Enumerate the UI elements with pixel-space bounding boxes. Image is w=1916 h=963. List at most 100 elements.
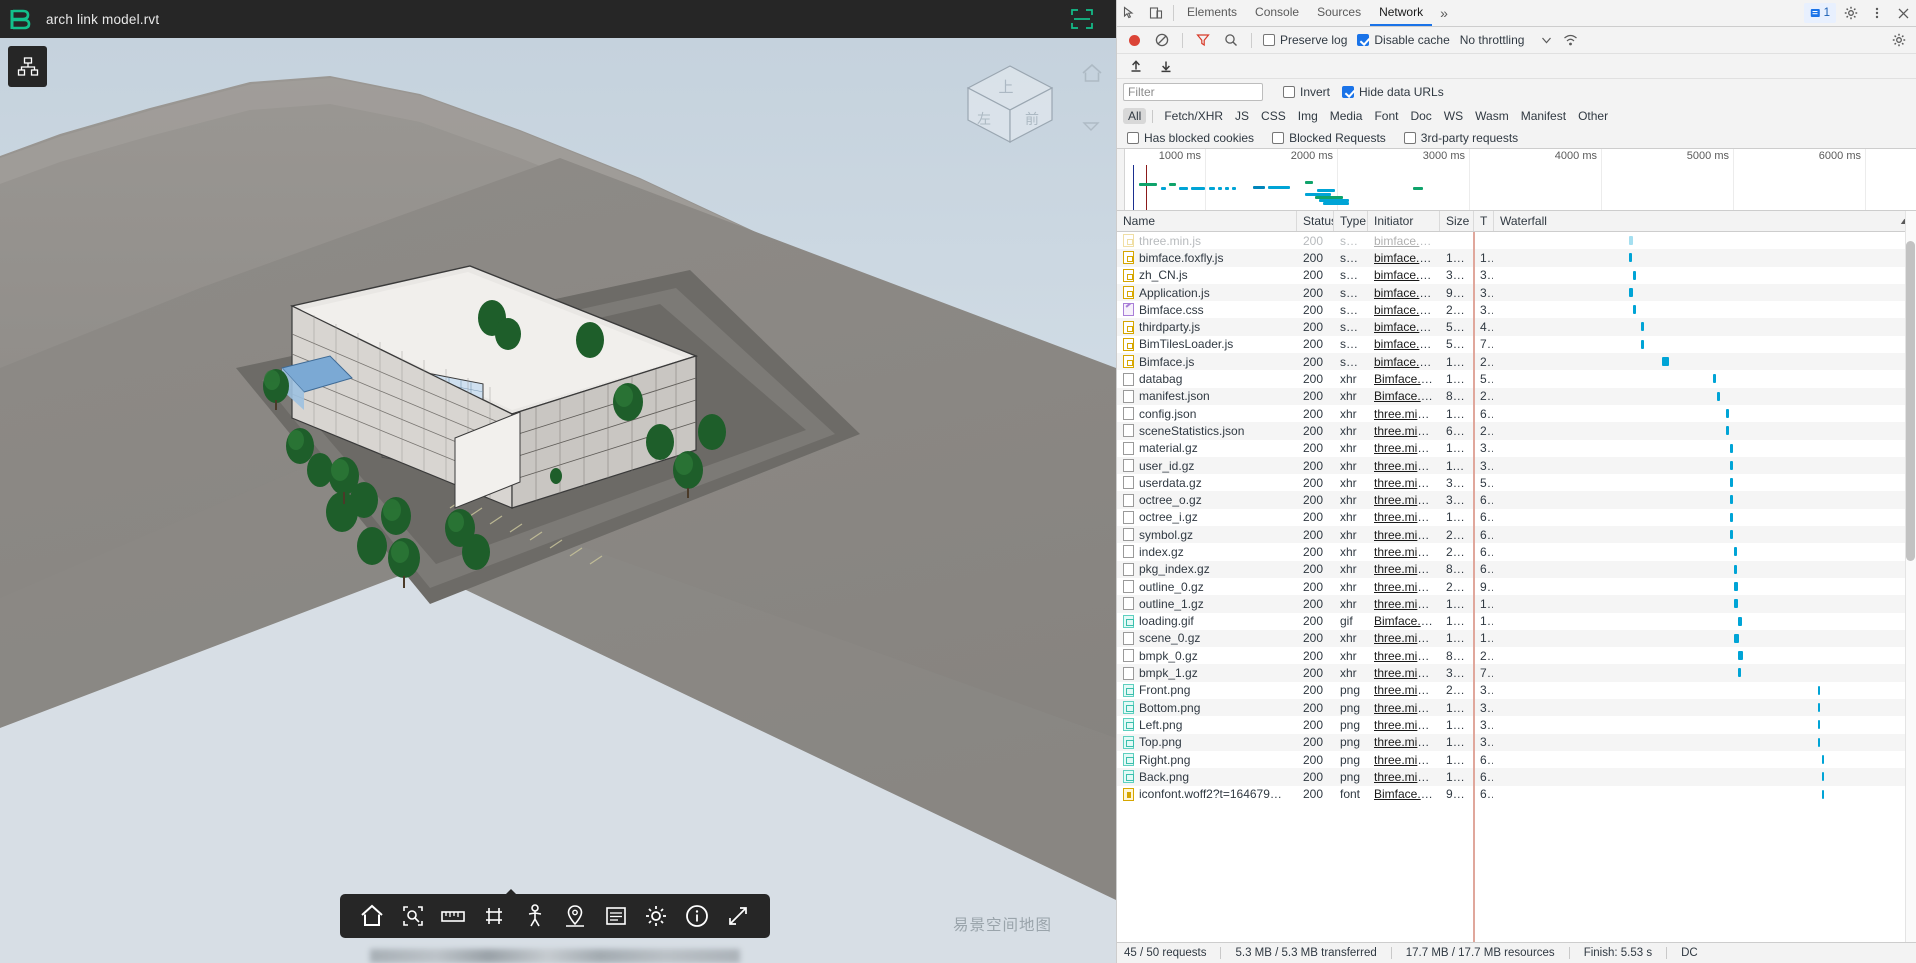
table-row[interactable]: bmpk_1.gz 200 xhr three.min.js:6 343 … 7.. (1117, 664, 1916, 682)
cell-initiator[interactable]: bimface.ind… (1368, 251, 1440, 265)
invert-checkbox[interactable]: Invert (1279, 85, 1334, 99)
cell-initiator[interactable]: three.min.js:6 (1368, 649, 1440, 663)
properties-button[interactable] (601, 901, 631, 931)
table-row[interactable]: octree_o.gz 200 xhr three.min.js:6 345 B 6.. (1117, 491, 1916, 509)
table-row[interactable]: Top.png 200 png three.min.js:6 1.2 kB 3.. (1117, 733, 1916, 751)
table-vertical-scrollbar[interactable] (1905, 211, 1916, 942)
network-settings-button[interactable] (1886, 33, 1912, 47)
initiator-link[interactable]: three.min.js:6 (1374, 562, 1439, 576)
column-header-time[interactable]: T (1474, 211, 1494, 231)
table-row[interactable]: Bimface.css 200 style… bimface.ind… 27.1… 3.. (1117, 301, 1916, 318)
initiator-link[interactable]: three.min.js:6 (1374, 718, 1439, 732)
table-row[interactable]: zh_CN.js 200 script bimface.ind… 3.5 kB 3.. (1117, 267, 1916, 284)
table-row[interactable]: index.gz 200 xhr three.min.js:6 2.8 kB 6.. (1117, 543, 1916, 560)
close-icon[interactable] (1890, 0, 1916, 26)
column-header-waterfall[interactable]: Waterfall (1494, 211, 1916, 231)
table-row[interactable]: thirdparty.js 200 script bimface.ind… 54.5… 4… (1117, 318, 1916, 336)
initiator-link[interactable]: three.min.js:6 (1374, 407, 1439, 421)
initiator-link[interactable]: three.min.js:6 (1374, 545, 1439, 559)
table-row[interactable]: config.json 200 xhr three.min.js:6 1.0 kB 6.. (1117, 405, 1916, 422)
column-header-size[interactable]: Size (1440, 211, 1474, 231)
table-row[interactable]: bimface.foxfly.js 200 script bimface.ind… 1.… (1117, 249, 1916, 267)
column-header-type[interactable]: Type (1334, 211, 1368, 231)
initiator-link[interactable]: three.min.js:6 (1374, 424, 1439, 438)
type-chip-fetch-xhr[interactable]: Fetch/XHR (1159, 108, 1228, 124)
cell-initiator[interactable]: Bimface.css (1368, 614, 1440, 628)
column-header-status[interactable]: Status (1297, 211, 1334, 231)
type-chip-wasm[interactable]: Wasm (1470, 108, 1514, 124)
gear-icon[interactable] (1838, 0, 1864, 26)
cell-initiator[interactable]: Bimface.js:1 (1368, 372, 1440, 386)
type-chip-other[interactable]: Other (1573, 108, 1613, 124)
type-chip-manifest[interactable]: Manifest (1516, 108, 1571, 124)
cell-initiator[interactable]: three.min.js:6 (1368, 562, 1440, 576)
cell-initiator[interactable]: three.min.js:6 (1368, 493, 1440, 507)
initiator-link[interactable]: Bimface.js:1 (1374, 372, 1439, 386)
table-row[interactable]: databag 200 xhr Bimface.js:1 1.3 kB 5.. (1117, 370, 1916, 387)
cell-initiator[interactable]: three.min.js:6 (1368, 683, 1440, 697)
network-conditions-button[interactable] (1557, 33, 1583, 47)
table-row[interactable]: Application.js 200 script bimface.ind… 96.8…… (1117, 283, 1916, 302)
import-har-button[interactable] (1123, 59, 1149, 73)
table-row[interactable]: Bottom.png 200 png three.min.js:6 1.7 kB 3.. (1117, 699, 1916, 717)
cell-initiator[interactable]: three.min.js:6 (1368, 666, 1440, 680)
table-row[interactable]: Right.png 200 png three.min.js:6 1.9 kB 6.. (1117, 751, 1916, 768)
cell-initiator[interactable]: bimface.ind… (1368, 286, 1440, 300)
third-party-requests-checkbox[interactable]: 3rd-party requests (1400, 131, 1522, 145)
cell-initiator[interactable]: three.min.js:6 (1368, 528, 1440, 542)
table-row[interactable]: loading.gif 200 gif Bimface.css 14.3… 1.. (1117, 613, 1916, 630)
table-row[interactable]: user_id.gz 200 xhr three.min.js:6 11.9… 3.. (1117, 456, 1916, 475)
cell-initiator[interactable]: bimface.ind… (1368, 320, 1440, 334)
cell-initiator[interactable]: Bimface.js:1 (1368, 389, 1440, 403)
table-row[interactable]: Left.png 200 png three.min.js:6 1.9 kB 3.. (1117, 716, 1916, 733)
cell-initiator[interactable]: three.min.js:6 (1368, 718, 1440, 732)
filter-input[interactable] (1123, 83, 1263, 101)
home-icon[interactable] (1080, 62, 1104, 84)
table-row[interactable]: outline_0.gz 200 xhr three.min.js:6 221 … 9.. (1117, 578, 1916, 595)
type-chip-media[interactable]: Media (1325, 108, 1368, 124)
zoom-select-button[interactable] (398, 901, 428, 931)
initiator-link[interactable]: Bimface.css (1374, 787, 1439, 801)
cell-initiator[interactable]: three.min.js:6 (1368, 597, 1440, 611)
measure-button[interactable] (438, 901, 468, 931)
initiator-link[interactable]: three.min.js:6 (1374, 666, 1439, 680)
viewer-toolbar[interactable] (340, 894, 770, 938)
info-button[interactable] (682, 901, 712, 931)
cell-initiator[interactable]: three.min.js:6 (1368, 407, 1440, 421)
navigation-cube[interactable]: 上 左 前 (962, 62, 1058, 146)
initiator-link[interactable]: three.min.js:6 (1374, 580, 1439, 594)
app-logo[interactable] (0, 0, 40, 38)
cell-initiator[interactable]: Bimface.css (1368, 787, 1440, 801)
table-row[interactable]: octree_i.gz 200 xhr three.min.js:6 1.0 kB 6.. (1117, 509, 1916, 526)
initiator-link[interactable]: three.min.js:6 (1374, 649, 1439, 663)
location-pin-button[interactable] (560, 901, 590, 931)
initiator-link[interactable]: Bimface.js:1 (1374, 389, 1439, 403)
hide-data-urls-checkbox[interactable]: Hide data URLs (1338, 85, 1448, 99)
cell-initiator[interactable]: bimface.ind… (1368, 234, 1440, 248)
initiator-link[interactable]: three.min.js:6 (1374, 597, 1439, 611)
cell-initiator[interactable]: bimface.ind… (1368, 303, 1440, 317)
table-row[interactable]: pkg_index.gz 200 xhr three.min.js:6 843 B 6.. (1117, 560, 1916, 578)
type-chip-js[interactable]: JS (1230, 108, 1254, 124)
chevron-down-icon[interactable] (1082, 120, 1100, 132)
network-overview-timeline[interactable]: 1000 ms 2000 ms 3000 ms 4000 ms 5000 ms … (1117, 149, 1916, 211)
initiator-link[interactable]: bimface.ind… (1374, 286, 1439, 300)
settings-button[interactable] (641, 901, 671, 931)
table-row[interactable]: scene_0.gz 200 xhr three.min.js:6 105 … 1.. (1117, 629, 1916, 648)
preserve-log-checkbox[interactable]: Preserve log (1259, 33, 1351, 47)
table-row[interactable]: material.gz 200 xhr three.min.js:6 1.3 kB 3.. (1117, 440, 1916, 457)
table-row[interactable]: sceneStatistics.json 200 xhr three.min.js:6… (1117, 422, 1916, 440)
table-row[interactable]: outline_1.gz 200 xhr three.min.js:6 166 … 1.. (1117, 595, 1916, 613)
table-scroll-thumb[interactable] (1906, 241, 1915, 561)
section-box-button[interactable] (479, 901, 509, 931)
cell-initiator[interactable]: three.min.js:6 (1368, 631, 1440, 645)
table-row[interactable]: symbol.gz 200 xhr three.min.js:6 28.0… 6.. (1117, 526, 1916, 544)
initiator-link[interactable]: bimface.ind… (1374, 251, 1439, 265)
fullscreen-button[interactable] (723, 901, 753, 931)
initiator-link[interactable]: three.min.js:6 (1374, 770, 1439, 784)
initiator-link[interactable]: three.min.js:6 (1374, 631, 1439, 645)
initiator-link[interactable]: bimface.ind… (1374, 355, 1439, 369)
cell-initiator[interactable]: three.min.js:6 (1368, 545, 1440, 559)
type-chip-font[interactable]: Font (1369, 108, 1403, 124)
fullscreen-frame-icon[interactable] (1070, 8, 1094, 30)
